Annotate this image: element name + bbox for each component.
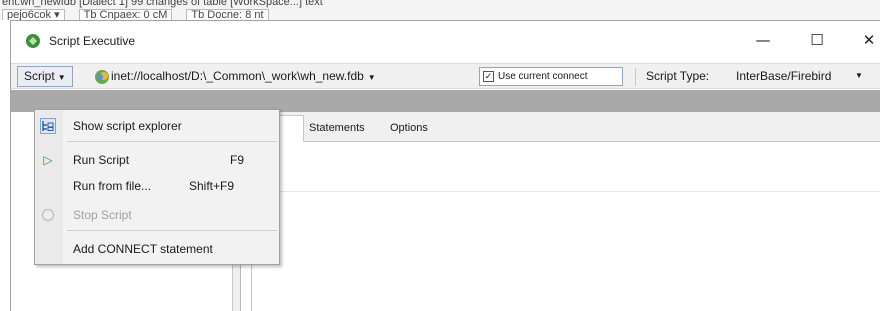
run-icon: ▷	[43, 153, 53, 167]
menu-item-label: Stop Script	[73, 208, 132, 222]
minimize-button[interactable]: —	[741, 27, 785, 53]
database-selector[interactable]: inet://localhost/D:\_Common\_work\wh_new…	[111, 69, 376, 83]
background-status-text: ent.wh_newfdb [Dialect 1] 99 changes of …	[2, 0, 323, 8]
toolbar-separator	[635, 68, 636, 86]
window-title: Script Executive	[49, 34, 136, 48]
toolbar: Script ▼ inet://localhost/D:\_Common\_wor…	[11, 63, 880, 89]
use-current-connect-label: Use current connect	[498, 71, 588, 82]
maximize-button[interactable]: ☐	[795, 27, 839, 53]
app-icon	[26, 34, 40, 48]
background-field-1: pejo6cok ▾	[2, 9, 65, 20]
script-menu-label: Script	[24, 69, 55, 83]
menu-separator	[67, 230, 277, 231]
menu-item-label: Show script explorer	[73, 119, 182, 133]
script-dropdown-menu: Show script explorer ▷ Run Script F9 Run…	[34, 109, 280, 265]
script-executive-window: Script Executive — ☐ ✕ Script ▼ inet://lo…	[10, 20, 880, 311]
menu-item-label: Add CONNECT statement	[73, 242, 213, 256]
stop-icon	[40, 207, 56, 223]
menu-separator	[67, 141, 277, 142]
chevron-down-icon: ▼	[57, 73, 66, 82]
tab-statements[interactable]: Statements	[309, 122, 365, 134]
editor-divider	[252, 191, 880, 192]
menu-item-show-script-explorer[interactable]: Show script explorer	[35, 113, 279, 139]
script-editor[interactable]	[251, 151, 880, 311]
script-menu-button[interactable]: Script ▼	[17, 66, 73, 87]
menu-item-shortcut: F9	[230, 153, 245, 167]
checkbox-checked-icon: ✓	[483, 71, 494, 82]
script-type-select[interactable]: InterBase/Firebird	[736, 69, 864, 83]
script-type-label: Script Type:	[646, 69, 710, 83]
title-bar: Script Executive — ☐ ✕	[11, 21, 880, 59]
tab-bar: t Statements Options	[242, 112, 880, 142]
background-field-3: Tb Docne: 8 nt	[186, 9, 269, 20]
database-path: inet://localhost/D:\_Common\_work\wh_new…	[111, 69, 364, 83]
chevron-down-icon[interactable]: ▼	[855, 71, 863, 80]
menu-item-add-connect-statement[interactable]: Add CONNECT statement	[35, 236, 279, 262]
menu-item-label: Run from file...	[73, 179, 152, 193]
script-explorer-icon	[40, 118, 56, 134]
close-button[interactable]: ✕	[847, 27, 880, 53]
menu-item-run-from-file[interactable]: Run from file... Shift+F9	[35, 173, 279, 199]
background-field-2: Tb Cnpaex: 0 cM	[78, 9, 173, 20]
database-icon	[95, 70, 109, 84]
menu-item-label: Run Script	[73, 153, 130, 167]
background-window: ent.wh_newfdb [Dialect 1] 99 changes of …	[0, 0, 880, 20]
background-toolbar: pejo6cok ▾ Tb Cnpaex: 0 cM Tb Docne: 8 n…	[2, 9, 269, 20]
use-current-connect-checkbox[interactable]: ✓ Use current connect	[479, 67, 623, 86]
tab-options[interactable]: Options	[390, 122, 428, 134]
menu-item-run-script[interactable]: ▷ Run Script F9	[35, 147, 279, 173]
chevron-down-icon: ▼	[367, 73, 376, 82]
menu-item-shortcut: Shift+F9	[189, 179, 235, 193]
menu-item-stop-script: Stop Script	[35, 202, 279, 228]
